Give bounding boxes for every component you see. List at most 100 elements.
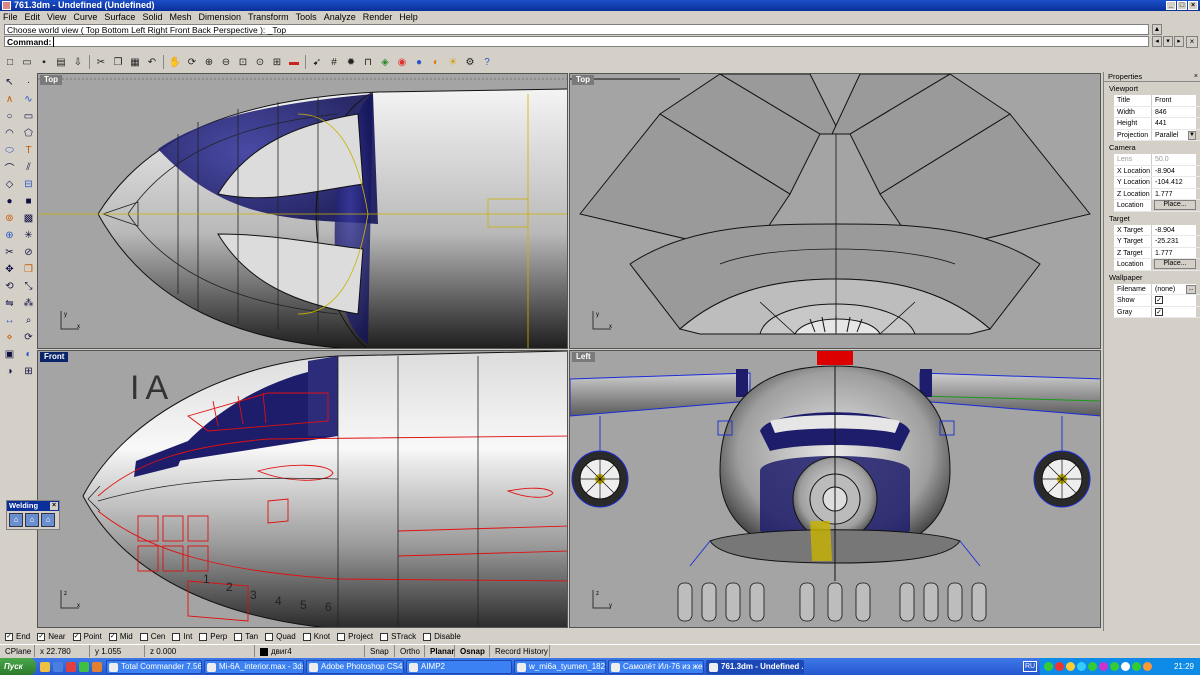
undo-icon[interactable]: ↶ (144, 54, 160, 70)
tray-icon[interactable] (1143, 662, 1152, 671)
history-scroll-up-button[interactable]: ▲ (1152, 24, 1162, 35)
prop-row-x-location[interactable]: X Location -8.904 (1114, 165, 1200, 177)
split-icon[interactable]: ⊘ (20, 244, 37, 260)
quick-launch-icon[interactable] (53, 661, 63, 672)
viewport-label-front[interactable]: Front (40, 352, 69, 362)
quick-launch-icon[interactable] (66, 661, 76, 672)
quick-launch-icon[interactable] (40, 661, 50, 672)
panel-close-button[interactable]: × (1186, 36, 1198, 48)
mesh-icon[interactable]: ▩ (20, 210, 37, 226)
copy-icon[interactable]: ❐ (110, 54, 126, 70)
menu-tools[interactable]: Tools (296, 11, 317, 24)
projection-dropdown-icon[interactable]: ▼ (1188, 130, 1196, 140)
select-icon[interactable]: ➹ (309, 54, 325, 70)
taskbar-item-3ds-max[interactable]: Mi-6A_interior.max - 3ds... (204, 659, 304, 674)
command-input[interactable]: Command: (4, 36, 1149, 47)
osnap-checkbox[interactable] (423, 633, 432, 641)
prop-row-height[interactable]: Height 441 (1114, 118, 1200, 130)
tray-icon[interactable] (1044, 662, 1053, 671)
cplane-indicator[interactable]: CPlane (0, 645, 35, 657)
osnap-checkbox[interactable]: ✓ (72, 633, 81, 641)
language-indicator[interactable]: RU (1023, 661, 1037, 672)
osnap-checkbox[interactable] (302, 633, 311, 641)
osnap-cen[interactable]: Cen (139, 631, 165, 643)
history-next-button[interactable]: ▸ (1174, 36, 1184, 47)
osnap-checkbox[interactable] (234, 633, 243, 641)
four-viewports-icon[interactable]: ⊞ (269, 54, 285, 70)
render-tool-icon[interactable]: ◐ (20, 346, 37, 362)
arc-icon[interactable]: ◠ (1, 125, 18, 141)
circle-icon[interactable]: ○ (1, 108, 18, 124)
osnap-quad[interactable]: Quad (265, 631, 296, 643)
menu-curve[interactable]: Curve (73, 11, 97, 24)
rectangle-icon[interactable]: ▭ (20, 108, 37, 124)
ortho-toggle[interactable]: Ortho (395, 645, 425, 657)
viewport-top-plan[interactable]: Top yx (569, 73, 1101, 349)
weld-split-icon[interactable]: ⌂ (41, 513, 55, 527)
shade-icon[interactable]: ◑ (1, 363, 18, 379)
taskbar-item-browser[interactable]: Самолёт Ил-76 из жест... (608, 659, 704, 674)
history-dropdown-button[interactable]: ▾ (1163, 36, 1173, 47)
cylinder-icon[interactable]: ⊚ (1, 210, 18, 226)
tray-icon[interactable] (1099, 662, 1108, 671)
paste-icon[interactable]: ▦ (127, 54, 143, 70)
cut-icon[interactable]: ✂ (93, 54, 109, 70)
osnap-tan[interactable]: Tan (234, 631, 258, 643)
prop-row-filename[interactable]: Filename (none)... (1114, 283, 1200, 295)
prop-row-show[interactable]: Show ✓ (1114, 295, 1200, 307)
menu-file[interactable]: File (3, 11, 18, 24)
tray-icon[interactable] (1121, 662, 1130, 671)
scale-icon[interactable]: ⤡ (20, 278, 37, 294)
taskbar-item-rhino[interactable]: 761.3dm - Undefined ... (706, 659, 804, 674)
render-icon[interactable]: ◐ (428, 54, 444, 70)
array-icon[interactable]: ⁂ (20, 295, 37, 311)
menu-analyze[interactable]: Analyze (324, 11, 356, 24)
osnap-near[interactable]: ✓ Near (37, 631, 66, 643)
prop-row-x-target[interactable]: X Target -8.904 (1114, 224, 1200, 236)
point-icon[interactable]: · (20, 74, 37, 90)
menu-edit[interactable]: Edit (25, 11, 41, 24)
menu-transform[interactable]: Transform (248, 11, 289, 24)
text-icon[interactable]: T (20, 142, 37, 158)
taskbar-item-total-commander[interactable]: Total Commander 7.56a ... (106, 659, 202, 674)
menu-dimension[interactable]: Dimension (198, 11, 241, 24)
prop-row-width[interactable]: Width 846 (1114, 106, 1200, 118)
viewport-label-top-plan[interactable]: Top (572, 75, 595, 85)
rotate-icon[interactable]: ⟲ (1, 278, 18, 294)
light-icon[interactable]: ✹ (343, 54, 359, 70)
current-layer[interactable]: двиг4 (255, 645, 365, 657)
maximize-button[interactable]: □ (1177, 1, 1187, 10)
lock-icon[interactable]: ⊓ (360, 54, 376, 70)
tray-icon[interactable] (1110, 662, 1119, 671)
sun-icon[interactable]: ☀ (445, 54, 461, 70)
welding-close-button[interactable]: × (50, 502, 58, 510)
osnap-checkbox[interactable] (265, 633, 274, 641)
color-wheel-icon[interactable]: ◉ (394, 54, 410, 70)
menu-render[interactable]: Render (363, 11, 393, 24)
pan-icon[interactable]: ✋ (167, 54, 183, 70)
explode-icon[interactable]: ✳ (20, 227, 37, 243)
prop-row-z-target[interactable]: Z Target 1.777 (1114, 247, 1200, 259)
tray-icon[interactable] (1077, 662, 1086, 671)
curve-icon[interactable]: ∿ (20, 91, 37, 107)
taskbar-item-aimp[interactable]: AIMP2 (406, 659, 512, 674)
move-icon[interactable]: ✥ (1, 261, 18, 277)
osnap-disable[interactable]: Disable (423, 631, 461, 643)
show-checkbox[interactable]: ✓ (1155, 296, 1163, 304)
history-icon[interactable]: ⟳ (20, 329, 37, 345)
viewport-front[interactable]: Front IA 1 2 3 4 5 6 z x (37, 350, 568, 628)
osnap-checkbox[interactable]: ✓ (37, 633, 46, 641)
car-icon[interactable]: ▬ (286, 54, 302, 70)
zoom-extents-icon[interactable]: ⊡ (235, 54, 251, 70)
prop-row-title[interactable]: Title Front (1114, 95, 1200, 107)
viewport-top[interactable]: Top yx (37, 73, 568, 349)
osnap-knot[interactable]: Knot (302, 631, 330, 643)
gray-checkbox[interactable]: ✓ (1155, 307, 1163, 316)
osnap-mid[interactable]: ✓ Mid (108, 631, 133, 643)
extrude-icon[interactable]: ⊟ (20, 176, 37, 192)
osnap-strack[interactable]: STrack (380, 631, 416, 643)
osnap-checkbox[interactable] (139, 633, 148, 641)
minimize-button[interactable]: _ (1166, 1, 1176, 10)
viewport-label-left[interactable]: Left (572, 352, 595, 362)
analyze-icon[interactable]: ⌕ (20, 312, 37, 328)
